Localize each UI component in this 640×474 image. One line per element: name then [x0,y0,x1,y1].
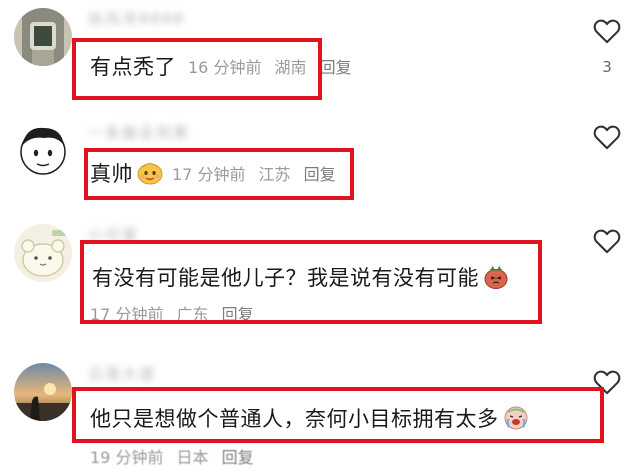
heart-outline-icon [593,19,621,44]
username[interactable]: 扶风寻8888 [88,8,185,28]
heart-outline-icon [593,125,621,150]
cute-animal-icon [14,224,72,282]
like-button[interactable] [592,228,622,254]
comment-time: 16 分钟前 [188,58,262,77]
comment-meta: 17 分钟前 江苏 回复 [172,161,344,185]
avatar[interactable] [14,224,72,282]
reply-button[interactable]: 回复 [320,58,352,77]
smiling-blob-emoji-icon [137,161,163,190]
comment-text-content: 有没有可能是他儿子？我是说有没有可能 [92,266,479,290]
comment-time: 17 分钟前 [90,305,164,324]
like-button[interactable] [592,369,622,395]
avatar[interactable] [14,363,72,421]
heart-outline-icon [593,370,621,395]
comment-text: 有点秃了 [90,55,176,79]
comment-time: 19 分钟前 [90,448,164,467]
comment-text-content: 他只是想做个普通人，奈何小目标拥有太多 [90,407,499,431]
comment-item: 一条路走到黑 真帅 17 分钟前 江苏 回复 [0,110,640,210]
like-button[interactable]: 3 [592,18,622,76]
cartoon-face-icon [14,120,72,178]
like-count: 3 [602,58,612,76]
avatar[interactable] [14,8,72,66]
username[interactable]: 小可爱 [88,224,139,244]
comment-text: 真帅 [90,158,163,190]
like-button[interactable] [592,124,622,150]
heart-outline-icon [593,229,621,254]
reply-button[interactable]: 回复 [222,305,254,324]
comment-item: 日落大道 他只是想做个普通人，奈何小目标拥有太多 19 分钟前 日本 回复 [0,345,640,474]
comment-meta: 19 分钟前 日本 回复 [90,444,262,468]
comment-location: 日本 [176,448,209,467]
comment-text: 有没有可能是他儿子？我是说有没有可能 [92,262,509,295]
sunset-photo-icon [14,363,72,421]
comment-meta: 16 分钟前 湖南 回复 [188,54,360,78]
username[interactable]: 日落大道 [88,363,156,383]
comment-text-content: 真帅 [90,162,133,186]
comment-location: 江苏 [258,165,291,184]
comment-time: 17 分钟前 [172,165,246,184]
comment-location: 广东 [176,305,209,324]
watch-photo-icon [14,8,72,66]
comment-location: 湖南 [274,58,307,77]
username[interactable]: 一条路走到黑 [88,122,190,142]
reply-button[interactable]: 回复 [222,448,254,467]
comment-text: 他只是想做个普通人，奈何小目标拥有太多 [90,403,529,436]
reply-button[interactable]: 回复 [304,165,336,184]
crying-laugh-emoji-icon [503,405,529,436]
comment-item: 小可爱 有没有可能是他儿子？我是说有没有可能 17 分钟前 广东 回复 [0,210,640,345]
comment-item: 扶风寻8888 有点秃了 16 分钟前 湖南 回复 3 [0,0,640,110]
shy-pig-emoji-icon [483,264,509,295]
avatar[interactable] [14,120,72,178]
comment-meta: 17 分钟前 广东 回复 [90,301,262,325]
